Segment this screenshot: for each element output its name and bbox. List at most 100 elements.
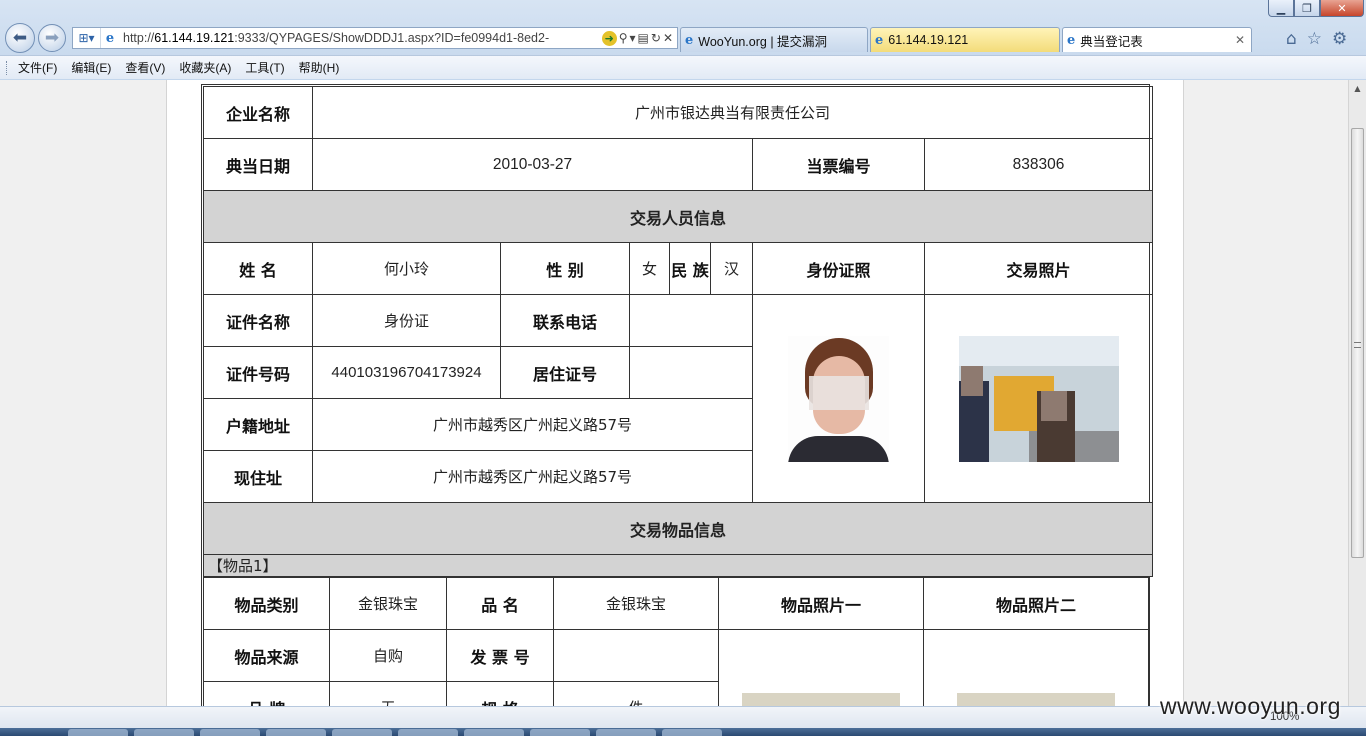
taskbar <box>0 728 1366 736</box>
stop-icon[interactable]: ✕ <box>663 31 673 45</box>
source-value: 自购 <box>329 629 447 682</box>
arrow-right-icon: ➡ <box>44 28 60 48</box>
refresh-icon[interactable]: ↻ <box>651 31 661 45</box>
residence-permit-label: 居住证号 <box>500 346 630 399</box>
menu-grip <box>6 61 9 75</box>
menu-help[interactable]: 帮助(H) <box>299 59 340 76</box>
page-viewport: 企业名称 广州市银达典当有限责任公司 典当日期 2010-03-27 当票编号 … <box>0 80 1348 706</box>
menu-view[interactable]: 查看(V) <box>125 59 165 76</box>
company-value: 广州市银达典当有限责任公司 <box>311 86 1154 139</box>
close-tab-icon[interactable]: ✕ <box>1235 33 1245 47</box>
gender-value: 女 <box>629 242 670 295</box>
transaction-photo-image[interactable] <box>958 335 1119 462</box>
vertical-scrollbar[interactable]: ▲ <box>1348 80 1366 706</box>
item-header: 【物品1】 <box>202 554 1154 577</box>
doc-type-label: 证件名称 <box>203 294 313 347</box>
id-photo-cell <box>752 294 925 503</box>
menu-favorites[interactable]: 收藏夹(A) <box>179 59 231 76</box>
search-icon[interactable]: ⚲ <box>619 31 628 45</box>
hukou-value: 广州市越秀区广州起义路57号 <box>312 398 753 451</box>
ie-tab-icon: e <box>875 32 884 48</box>
taskbar-button[interactable] <box>530 729 590 736</box>
gender-label: 性 别 <box>500 242 630 295</box>
item-photo1-cell <box>718 629 924 706</box>
tab-wooyun[interactable]: e WooYun.org | 提交漏洞 <box>680 27 868 52</box>
tab-label: 典当登记表 <box>1080 34 1143 49</box>
pawn-register-form: 企业名称 广州市银达典当有限责任公司 典当日期 2010-03-27 当票编号 … <box>201 84 1154 706</box>
taskbar-button[interactable] <box>398 729 458 736</box>
id-photo-label: 身份证照 <box>752 242 925 295</box>
favorites-star-icon[interactable]: ☆ <box>1307 29 1322 49</box>
maximize-button[interactable]: ❐ <box>1294 0 1320 17</box>
menu-file[interactable]: 文件(F) <box>18 59 57 76</box>
gear-icon[interactable]: ⚙ <box>1332 29 1347 49</box>
tab-label: WooYun.org | 提交漏洞 <box>698 34 828 49</box>
home-icon[interactable]: ⌂ <box>1286 29 1297 49</box>
residence-permit-value <box>629 346 753 399</box>
back-button[interactable]: ⬅ <box>5 23 35 53</box>
toolbar-right: ⌂ ☆ ⚙ <box>1286 29 1347 49</box>
person-section-header: 交易人员信息 <box>202 190 1154 243</box>
taskbar-button[interactable] <box>134 729 194 736</box>
doc-no-value: 440103196704173924 <box>312 346 501 399</box>
current-address-value: 广州市越秀区广州起义路57号 <box>312 450 753 503</box>
company-label: 企业名称 <box>203 86 313 139</box>
menu-tools[interactable]: 工具(T) <box>245 59 284 76</box>
doc-no-label: 证件号码 <box>203 346 313 399</box>
menu-edit[interactable]: 编辑(E) <box>71 59 111 76</box>
id-photo-image[interactable] <box>788 335 889 462</box>
address-bar[interactable]: ⊞▾ e http://61.144.19.121:9333/QYPAGES/S… <box>72 27 678 49</box>
taskbar-button[interactable] <box>200 729 260 736</box>
ie-tab-icon: e <box>1067 32 1076 48</box>
ticket-value: 838306 <box>923 138 1154 191</box>
forward-button[interactable]: ➡ <box>38 24 66 52</box>
name-label: 姓 名 <box>203 242 313 295</box>
minimize-button[interactable]: ▁ <box>1268 0 1294 17</box>
spec-label: 规 格 <box>446 681 554 706</box>
scroll-up-icon[interactable]: ▲ <box>1349 80 1366 97</box>
product-name-value: 金银珠宝 <box>553 577 719 630</box>
item-photo2-cell <box>923 629 1149 706</box>
arrow-left-icon: ⬅ <box>12 28 28 48</box>
date-value: 2010-03-27 <box>312 138 753 191</box>
doc-type-value: 身份证 <box>312 294 501 347</box>
taskbar-button[interactable] <box>266 729 326 736</box>
window-controls: ▁ ❐ ✕ <box>1268 0 1364 18</box>
watermark: www.wooyun.org <box>1160 693 1341 719</box>
dropdown-icon[interactable]: ▾ <box>630 31 636 45</box>
tab-strip: e WooYun.org | 提交漏洞 e 61.144.19.121 e 典当登记表… <box>680 27 1254 53</box>
item-photo1-label: 物品照片一 <box>718 577 924 630</box>
taskbar-button[interactable] <box>662 729 722 736</box>
ethnic-value: 汉 <box>710 242 753 295</box>
item-photo2-image[interactable] <box>957 693 1115 706</box>
url-text[interactable]: http://61.144.19.121:9333/QYPAGES/ShowDD… <box>119 31 602 45</box>
tab-ip[interactable]: e 61.144.19.121 <box>870 27 1060 52</box>
name-value: 何小玲 <box>312 242 501 295</box>
taskbar-button[interactable] <box>68 729 128 736</box>
compat-icon[interactable]: ▤ <box>638 31 649 45</box>
ticket-label: 当票编号 <box>752 138 925 191</box>
hukou-label: 户籍地址 <box>203 398 313 451</box>
compatibility-view-icon[interactable]: ⊞▾ <box>73 28 101 48</box>
item-photo1-image[interactable] <box>742 693 900 706</box>
invoice-value <box>553 629 719 682</box>
category-value: 金银珠宝 <box>329 577 447 630</box>
page-paper: 企业名称 广州市银达典当有限责任公司 典当日期 2010-03-27 当票编号 … <box>166 80 1184 706</box>
phone-label: 联系电话 <box>500 294 630 347</box>
pawn-register-table: 企业名称 广州市银达典当有限责任公司 典当日期 2010-03-27 当票编号 … <box>202 86 1154 577</box>
taskbar-button[interactable] <box>464 729 524 736</box>
phone-value <box>629 294 753 347</box>
ie-tab-icon: e <box>685 32 694 48</box>
brand-label: 品 牌 <box>203 681 330 706</box>
browser-chrome: ▁ ❐ ✕ ⬅ ➡ ⊞▾ e http://61.144.19.121:9333… <box>0 0 1366 80</box>
taskbar-button[interactable] <box>332 729 392 736</box>
menu-bar: 文件(F) 编辑(E) 查看(V) 收藏夹(A) 工具(T) 帮助(H) <box>0 55 1366 79</box>
close-window-button[interactable]: ✕ <box>1320 0 1364 17</box>
brand-value: 无 <box>329 681 447 706</box>
spec-value: 件 <box>553 681 719 706</box>
product-name-label: 品 名 <box>446 577 554 630</box>
tab-pawn-register[interactable]: e 典当登记表 ✕ <box>1062 27 1252 52</box>
ie-page-icon: e <box>105 30 115 46</box>
addon-icon[interactable]: ➜ <box>601 30 617 46</box>
taskbar-button[interactable] <box>596 729 656 736</box>
